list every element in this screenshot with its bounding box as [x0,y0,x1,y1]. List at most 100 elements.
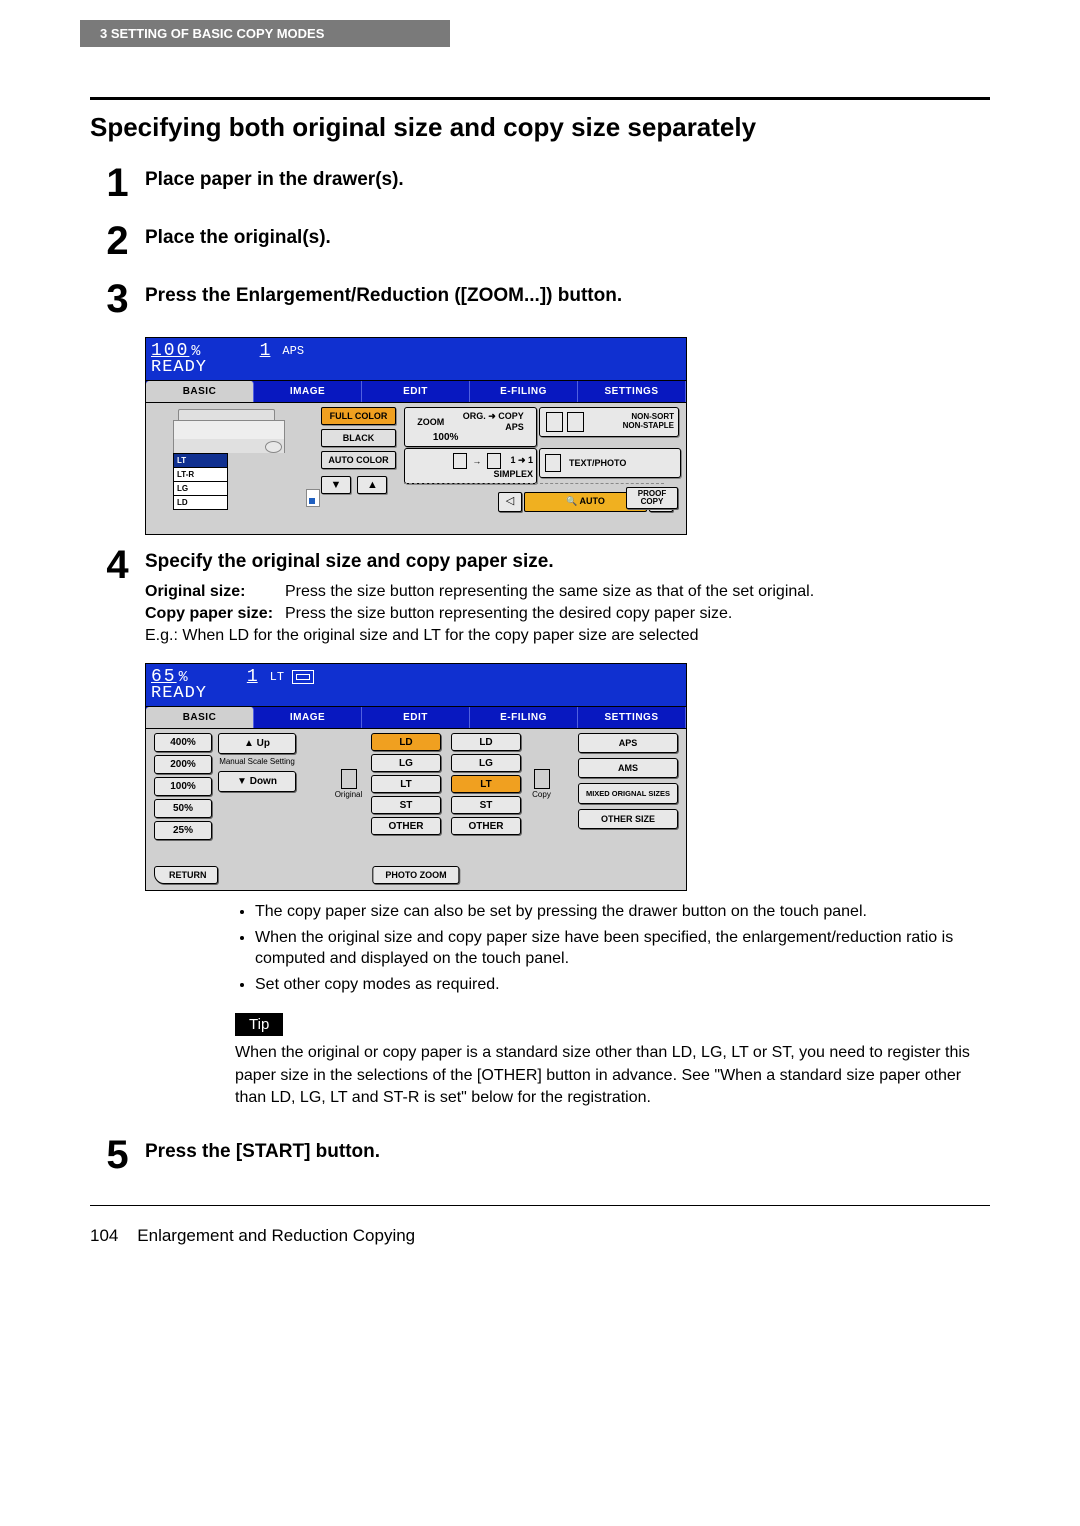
tab-basic[interactable]: BASIC [146,707,254,728]
tab-image[interactable]: IMAGE [254,381,362,402]
ratio-400[interactable]: 400% [154,733,212,752]
rule-top [90,97,990,100]
copy-size-lg[interactable]: LG [451,754,521,772]
status-bar: 65 % 1 LT READY [146,664,686,707]
photo-zoom-button[interactable]: PHOTO ZOOM [372,866,459,884]
step-2: 2 Place the original(s). [90,221,990,261]
copy-size-other[interactable]: OTHER [451,817,521,835]
step-1: 1 Place paper in the drawer(s). [90,163,990,203]
tab-efiling[interactable]: E-FILING [470,707,578,728]
tab-bar: BASIC IMAGE EDIT E-FILING SETTINGS [146,707,686,729]
step-3: 3 Press the Enlargement/Reduction ([ZOOM… [90,279,990,319]
proof-copy-button[interactable]: PROOFCOPY [626,487,678,509]
tab-bar: BASIC IMAGE EDIT E-FILING SETTINGS [146,381,686,403]
copy-icon [534,769,550,789]
sort-icon [567,412,584,432]
auto-color-button[interactable]: AUTO COLOR [321,451,396,469]
aps-button[interactable]: APS [578,733,678,753]
black-button[interactable]: BLACK [321,429,396,447]
page-icon [487,453,501,469]
separator [404,483,664,484]
ratio-50[interactable]: 50% [154,799,212,818]
textphoto-icon [545,454,561,472]
percent-symbol: % [191,343,200,360]
copier-illustration: LT LT-R LG LD [158,409,298,509]
other-size-button[interactable]: OTHER SIZE [578,809,678,829]
tab-settings[interactable]: SETTINGS [578,707,686,728]
ready-status: READY [151,684,686,703]
orig-size-lg[interactable]: LG [371,754,441,772]
non-staple-label: NON-STAPLE [623,421,674,430]
step-title: Press the [START] button. [145,1141,990,1163]
drawer-lg[interactable]: LG [173,481,228,496]
full-color-button[interactable]: FULL COLOR [321,407,396,425]
chapter-header: 3 SETTING OF BASIC COPY MODES [80,20,450,47]
tab-efiling[interactable]: E-FILING [470,381,578,402]
zoom-button[interactable]: ZOOM ORG. ➜ COPY APS 100% [404,407,537,447]
touch-panel-basic: 100 % 1 APS READY BASIC IMAGE EDIT E-FIL… [145,337,687,535]
ams-button[interactable]: AMS [578,758,678,778]
scale-down-button[interactable]: ▼ Down [218,771,296,792]
step-4: 4 Specify the original size and copy pap… [90,545,990,645]
step-title: Press the Enlargement/Reduction ([ZOOM..… [145,285,990,307]
sort-button[interactable]: NON-SORTNON-STAPLE [539,407,679,437]
copy-size-ld[interactable]: LD [451,733,521,751]
copy-size-lt[interactable]: LT [451,775,521,793]
tab-edit[interactable]: EDIT [362,381,470,402]
tab-image[interactable]: IMAGE [254,707,362,728]
zoom-copy-label: ORG. ➜ COPY [463,411,524,421]
up-arrow-button[interactable]: ▲ [357,476,387,494]
step-number: 2 [90,221,145,261]
simplex-ratio: 1 ➜ 1 [510,455,533,465]
zoom-aps-label: APS [505,422,524,432]
drawer-ld[interactable]: LD [173,495,228,510]
density-lighter-button[interactable]: ◁ [498,492,522,512]
scale-up-button[interactable]: ▲ Up [218,733,296,754]
step-title: Place the original(s). [145,227,990,249]
text-photo-button[interactable]: TEXT/PHOTO [539,448,681,478]
bullet-item: Set other copy modes as required. [255,974,990,996]
copy-size-column: LD LG LT ST OTHER [451,733,521,838]
paper-level-icon [306,489,320,507]
cassette-icon [292,670,314,684]
status-bar: 100 % 1 APS READY [146,338,686,381]
tip-text: When the original or copy paper is a sta… [235,1042,990,1109]
page-icon [453,453,467,469]
ratio-100[interactable]: 100% [154,777,212,796]
manual-scale: ▲ Up Manual Scale Setting ▼ Down [218,733,296,796]
bullet-list: The copy paper size can also be set by p… [235,901,990,995]
percent-symbol: % [179,669,188,686]
example-text: E.g.: When LD for the original size and … [145,627,990,645]
zoom-label: ZOOM [417,417,444,427]
orig-size-ld[interactable]: LD [371,733,441,751]
ratio-200[interactable]: 200% [154,755,212,774]
orig-size-st[interactable]: ST [371,796,441,814]
paper-size-indicator: APS [282,344,304,358]
down-arrow-button[interactable]: ▼ [321,476,351,494]
copy-side-label: Copy [524,769,559,799]
drawer-lt[interactable]: LT [173,453,228,468]
tab-edit[interactable]: EDIT [362,707,470,728]
step-title: Place paper in the drawer(s). [145,169,990,191]
return-button[interactable]: RETURN [154,866,218,884]
drawer-ltr[interactable]: LT-R [173,467,228,482]
step-number: 5 [90,1135,145,1175]
step-number: 4 [90,545,145,645]
zoom-value: 100% [433,432,459,443]
original-side-label: Original [331,769,366,799]
simplex-label: SIMPLEX [493,469,533,479]
mixed-sizes-button[interactable]: MIXED ORIGNAL SIZES [578,783,678,804]
paper-size-indicator: LT [270,670,284,684]
mode-column: APS AMS MIXED ORIGNAL SIZES OTHER SIZE [578,733,678,834]
tab-settings[interactable]: SETTINGS [578,381,686,402]
orig-size-other[interactable]: OTHER [371,817,441,835]
def-original-size: Original size:Press the size button repr… [145,583,990,601]
orig-size-lt[interactable]: LT [371,775,441,793]
ratio-25[interactable]: 25% [154,821,212,840]
footer-section: Enlargement and Reduction Copying [137,1226,415,1245]
copy-size-st[interactable]: ST [451,796,521,814]
rule-bottom [90,1205,990,1206]
simplex-button[interactable]: → 1 ➜ 1SIMPLEX [404,448,537,484]
page-footer: 104 Enlargement and Reduction Copying [90,1216,990,1246]
tab-basic[interactable]: BASIC [146,381,254,402]
